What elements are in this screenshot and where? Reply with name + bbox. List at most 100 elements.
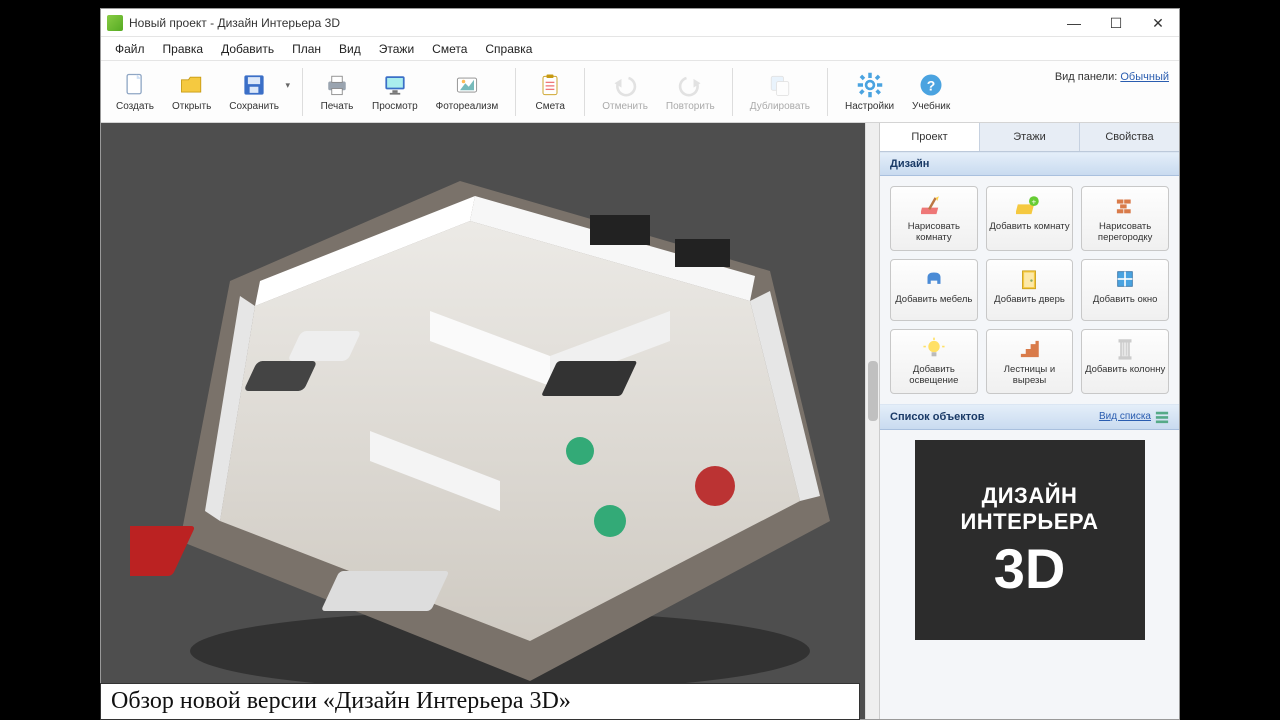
close-button[interactable]: ✕ [1137,9,1179,37]
partition-icon [1112,193,1138,219]
menu-item-2[interactable]: Добавить [213,39,282,59]
help-icon: ? [917,71,945,99]
design-btn-4[interactable]: Добавить дверь [986,259,1074,321]
monitor-icon [381,71,409,99]
redo-icon [676,71,704,99]
light-icon [921,336,947,362]
design-btn-1[interactable]: + Добавить комнату [986,186,1074,251]
preview-label: Просмотр [372,101,418,112]
stairs-icon [1016,336,1042,362]
design-btn-label-5: Добавить окно [1093,295,1158,306]
menu-item-7[interactable]: Справка [477,39,540,59]
design-section-header: Дизайн [880,152,1179,176]
column-icon [1112,336,1138,362]
design-btn-label-7: Лестницы и вырезы [989,365,1071,387]
printer-icon [323,71,351,99]
panel-mode-link[interactable]: Обычный [1120,71,1169,83]
menu-item-0[interactable]: Файл [107,39,153,59]
menu-item-6[interactable]: Смета [424,39,475,59]
design-btn-3[interactable]: Добавить мебель [890,259,978,321]
design-btn-5[interactable]: Добавить окно [1081,259,1169,321]
photoreal-label: Фотореализм [436,101,499,112]
svg-text:?: ? [927,77,936,93]
save-icon [240,71,268,99]
draw-room-icon [921,193,947,219]
create-label: Создать [116,101,154,112]
maximize-button[interactable]: ☐ [1095,9,1137,37]
save-button[interactable]: Сохранить [220,67,294,116]
create-button[interactable]: Создать [107,67,163,116]
design-grid: Нарисовать комнату + Добавить комнату Нарис… [880,176,1179,404]
undo-label: Отменить [602,101,648,112]
redo-button: Повторить [657,67,724,116]
design-btn-label-4: Добавить дверь [994,295,1065,306]
settings-button[interactable]: Настройки [836,67,903,116]
promo-logo: ДИЗАЙН ИНТЕРЬЕРА 3D [915,440,1145,640]
design-btn-label-8: Добавить колонну [1085,365,1165,376]
design-btn-label-3: Добавить мебель [895,295,972,306]
window-title: Новый проект - Дизайн Интерьера 3D [129,16,340,30]
sidebar-tabs: ПроектЭтажиСвойства [880,123,1179,152]
scrollbar-thumb[interactable] [868,361,878,421]
menu-item-3[interactable]: План [284,39,329,59]
design-btn-7[interactable]: Лестницы и вырезы [986,329,1074,394]
floorplan-render [130,141,850,701]
menu-item-4[interactable]: Вид [331,39,369,59]
print-label: Печать [321,101,354,112]
preview-button[interactable]: Просмотр [363,67,427,116]
door-icon [1016,266,1042,292]
estimate-label: Смета [536,101,565,112]
photoreal-button[interactable]: Фотореализм [427,67,508,116]
duplicate-button: Дублировать [741,67,819,116]
menu-item-5[interactable]: Этажи [371,39,422,59]
sidebar-tab-0[interactable]: Проект [880,123,980,151]
help-button[interactable]: ? Учебник [903,67,959,116]
app-icon [107,15,123,31]
panel-mode-label: Вид панели: [1055,71,1117,83]
promo-line3: 3D [994,541,1066,597]
file-new-icon [121,71,149,99]
undo-icon [611,71,639,99]
promo-area: ДИЗАЙН ИНТЕРЬЕРА 3D [880,430,1179,719]
design-section-title: Дизайн [890,158,929,170]
objects-section-header: Список объектов Вид списка [880,404,1179,430]
menubar: ФайлПравкаДобавитьПланВидЭтажиСметаСправ… [101,37,1179,61]
duplicate-label: Дублировать [750,101,810,112]
video-caption: Обзор новой версии «Дизайн Интерьера 3D» [100,683,860,720]
titlebar: Новый проект - Дизайн Интерьера 3D — ☐ ✕ [101,9,1179,37]
design-btn-label-0: Нарисовать комнату [893,222,975,244]
design-btn-label-6: Добавить освещение [893,365,975,387]
add-room-icon: + [1016,193,1042,219]
promo-line2: ИНТЕРЬЕРА [960,509,1098,535]
copy-icon [766,71,794,99]
list-view-link[interactable]: Вид списка [1099,411,1151,422]
app-window: Новый проект - Дизайн Интерьера 3D — ☐ ✕… [100,8,1180,720]
viewport-scrollbar[interactable] [865,123,879,719]
estimate-button[interactable]: Смета [524,67,576,116]
design-btn-2[interactable]: Нарисовать перегородку [1081,186,1169,251]
sidebar-tab-1[interactable]: Этажи [980,123,1080,151]
toolbar: Создать Открыть Сохранить Печать Просмотр Фот… [101,61,1179,123]
open-button[interactable]: Открыть [163,67,220,116]
menu-item-1[interactable]: Правка [155,39,212,59]
design-btn-0[interactable]: Нарисовать комнату [890,186,978,251]
panel-mode: Вид панели: Обычный [1055,71,1169,83]
settings-label: Настройки [845,101,894,112]
print-button[interactable]: Печать [311,67,363,116]
minimize-button[interactable]: — [1053,9,1095,37]
design-btn-8[interactable]: Добавить колонну [1081,329,1169,394]
design-btn-6[interactable]: Добавить освещение [890,329,978,394]
viewport-3d[interactable] [101,123,879,719]
design-btn-label-1: Добавить комнату [989,222,1069,233]
open-label: Открыть [172,101,211,112]
promo-line1: ДИЗАЙН [982,483,1078,509]
help-label: Учебник [912,101,950,112]
furniture-icon [921,266,947,292]
redo-label: Повторить [666,101,715,112]
undo-button: Отменить [593,67,657,116]
svg-text:+: + [1032,197,1037,206]
save-label: Сохранить [229,101,279,112]
design-btn-label-2: Нарисовать перегородку [1084,222,1166,244]
sidebar-tab-2[interactable]: Свойства [1080,123,1179,151]
list-view-icon[interactable] [1155,410,1169,424]
